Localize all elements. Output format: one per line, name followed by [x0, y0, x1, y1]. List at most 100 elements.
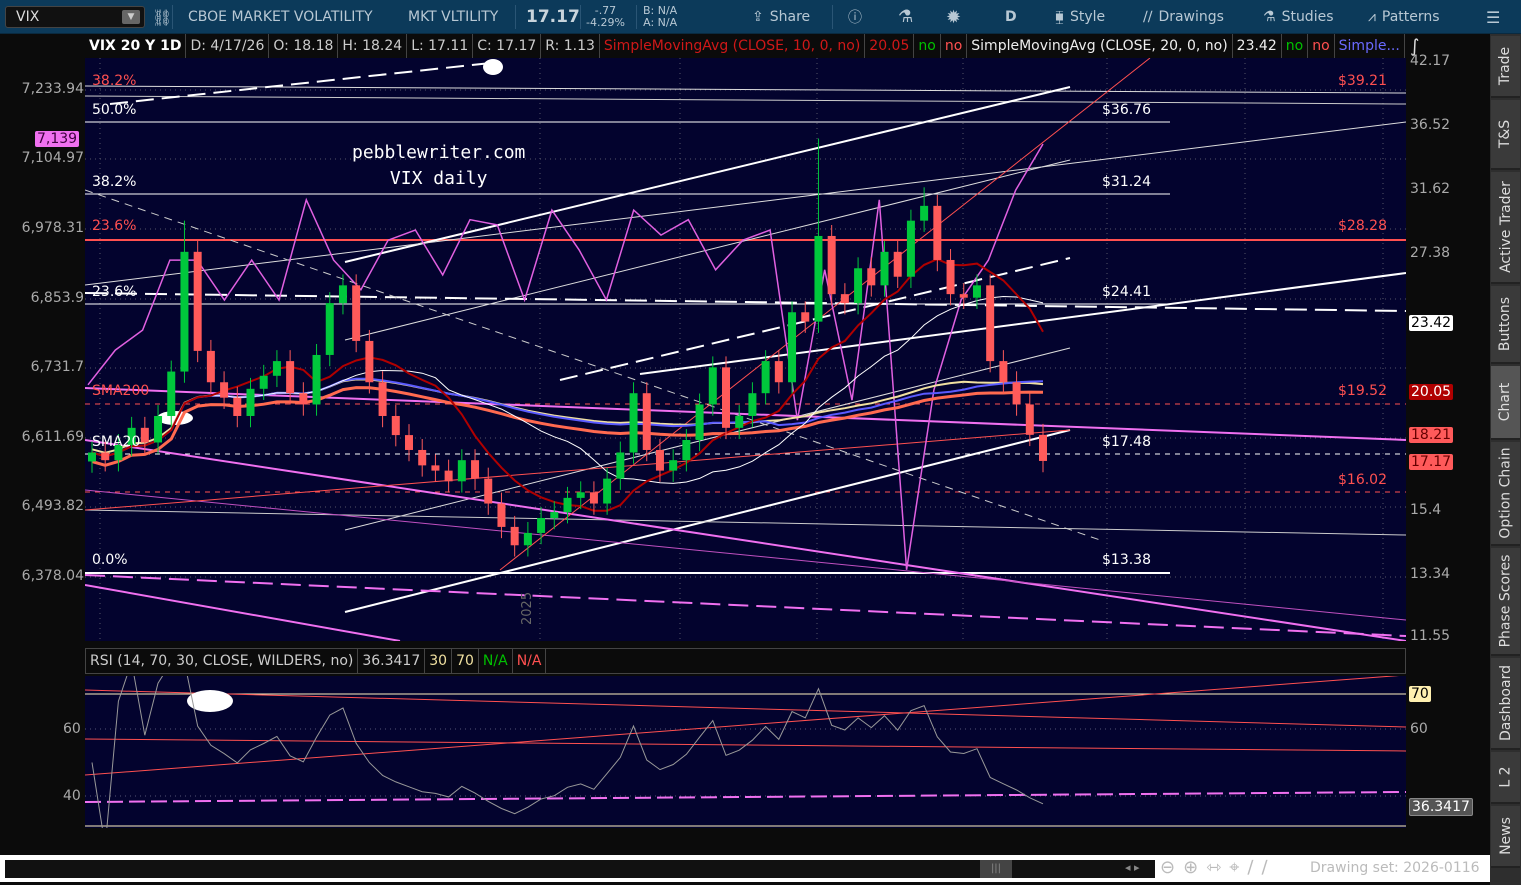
annotation-line1: pebblewriter.com — [352, 142, 526, 163]
candle-up — [695, 404, 704, 440]
tab-t-s[interactable]: T&S — [1491, 100, 1520, 170]
candle-down — [378, 382, 387, 416]
left-axis-label: 6,611.69 — [21, 429, 84, 445]
candle-up — [629, 393, 638, 453]
candle-up — [272, 361, 281, 376]
candle-up — [854, 268, 863, 304]
right-axis-label: 36.52 — [1410, 117, 1451, 133]
candle-down — [999, 361, 1008, 383]
candle-up — [563, 497, 572, 513]
candle-up — [338, 285, 347, 304]
candle-up — [920, 205, 929, 221]
fib-price-label: $31.24 — [1102, 174, 1151, 190]
drawing-set-label[interactable]: Drawing set: 2026-0116 — [1310, 860, 1480, 876]
tab-label: Option Chain — [1497, 447, 1514, 539]
tab-label: Phase Scores — [1497, 554, 1514, 648]
candle-down — [444, 470, 453, 482]
candle-up — [616, 452, 625, 479]
tab-news[interactable]: News — [1491, 806, 1520, 868]
fib-price-label: $13.38 — [1102, 552, 1151, 568]
chart-annotation[interactable]: pebblewriter.com VIX daily — [352, 140, 525, 192]
side-tabs: Trade T&S Active Trader Buttons Chart Option … — [1490, 34, 1521, 885]
fib-price-label: $36.76 — [1102, 102, 1151, 118]
left-axis-label: 6,731.7 — [30, 359, 84, 375]
crosshair-icon[interactable]: ⌖ — [1229, 857, 1247, 878]
tab-label: T&S — [1497, 119, 1514, 149]
rsi-value-badge: 36.3417 — [1409, 798, 1473, 816]
candle-down — [497, 503, 506, 527]
candle-down — [867, 268, 876, 286]
tab-dashboard[interactable]: Dashboard — [1491, 658, 1520, 750]
scrollbar-thumb[interactable]: ||| — [980, 860, 1012, 878]
candle-up — [748, 393, 757, 416]
pan-icon[interactable]: ⇿ — [1206, 857, 1229, 878]
candle-down — [1012, 382, 1021, 405]
candle-up — [550, 512, 559, 518]
candle-down — [986, 285, 995, 362]
tab-buttons[interactable]: Buttons — [1491, 286, 1520, 364]
fib-price-label: $24.41 — [1102, 284, 1151, 300]
rsi-line — [91, 676, 1044, 828]
candle-down — [299, 393, 308, 405]
tab-active-trader[interactable]: Active Trader — [1491, 172, 1520, 284]
tab-l-2[interactable]: L 2 — [1491, 752, 1520, 804]
tab-trade[interactable]: Trade — [1491, 36, 1520, 98]
candle-down — [801, 312, 810, 322]
fib-level-label: 23.6% — [92, 284, 137, 300]
drawing-icon[interactable]: ∕∕ — [1247, 857, 1275, 878]
fib-price-label: $28.28 — [1338, 218, 1387, 234]
candle-up — [682, 439, 691, 461]
tab-phase-scores[interactable]: Phase Scores — [1491, 548, 1520, 656]
tab-label: Dashboard — [1497, 665, 1514, 741]
candle-up — [669, 460, 678, 471]
left-axis-label: 6,853.9 — [30, 290, 84, 306]
tab-label: News — [1497, 817, 1514, 855]
candle-up — [603, 478, 612, 504]
fib-level-label: SMA200 — [92, 383, 150, 399]
zoom-tools[interactable]: ⊖⊕⇿⌖∕∕ — [1160, 857, 1276, 878]
zoom-in-icon[interactable]: ⊕ — [1183, 857, 1206, 878]
candle-up — [246, 388, 255, 416]
candle-down — [206, 350, 215, 383]
left-axis-label: 6,378.04 — [21, 568, 84, 584]
right-axis-label: 27.38 — [1410, 245, 1451, 261]
candle-down — [101, 452, 110, 461]
candle-up — [167, 371, 176, 416]
price-badge: 23.42 — [1409, 315, 1454, 331]
tab-label: Buttons — [1497, 296, 1514, 352]
fib-level-label: 50.0% — [92, 102, 137, 118]
candle-up — [312, 354, 321, 405]
price-badge: 20.05 — [1409, 384, 1454, 400]
candle-down — [774, 361, 783, 383]
zoom-out-icon[interactable]: ⊖ — [1160, 857, 1183, 878]
tab-option-chain[interactable]: Option Chain — [1491, 442, 1520, 546]
candle-up — [880, 251, 889, 286]
candle-up — [708, 367, 717, 405]
candle-down — [655, 449, 664, 471]
candle-down — [352, 285, 361, 341]
candle-up — [576, 492, 585, 498]
candle-down — [484, 478, 493, 504]
chart-drawing-layer — [85, 58, 1406, 828]
right-axis-label: 15.4 — [1410, 502, 1442, 518]
fib-price-label: $19.52 — [1338, 383, 1387, 399]
fib-level-label: 38.2% — [92, 174, 137, 190]
fib-level-label: 23.6% — [92, 218, 137, 234]
left-axis-label: 6,493.82 — [21, 498, 84, 514]
right-axis-label: 31.62 — [1410, 181, 1451, 197]
candle-down — [140, 427, 149, 443]
candle-down — [193, 251, 202, 351]
tab-chart[interactable]: Chart — [1491, 366, 1520, 440]
spx-price-badge: 7,139 — [35, 131, 80, 147]
candle-down — [1039, 434, 1047, 461]
scroll-arrows[interactable]: ◂ ▸ — [1125, 861, 1140, 874]
left-axis-label: 7,233.94 — [21, 81, 84, 97]
candle-down — [471, 460, 480, 479]
candle-up — [906, 220, 915, 277]
fib-price-label: $39.21 — [1338, 73, 1387, 89]
tab-label: L 2 — [1497, 766, 1514, 788]
candle-down — [827, 235, 836, 295]
candle-up — [761, 361, 770, 394]
candle-up — [457, 460, 466, 482]
candle-down — [893, 251, 902, 277]
